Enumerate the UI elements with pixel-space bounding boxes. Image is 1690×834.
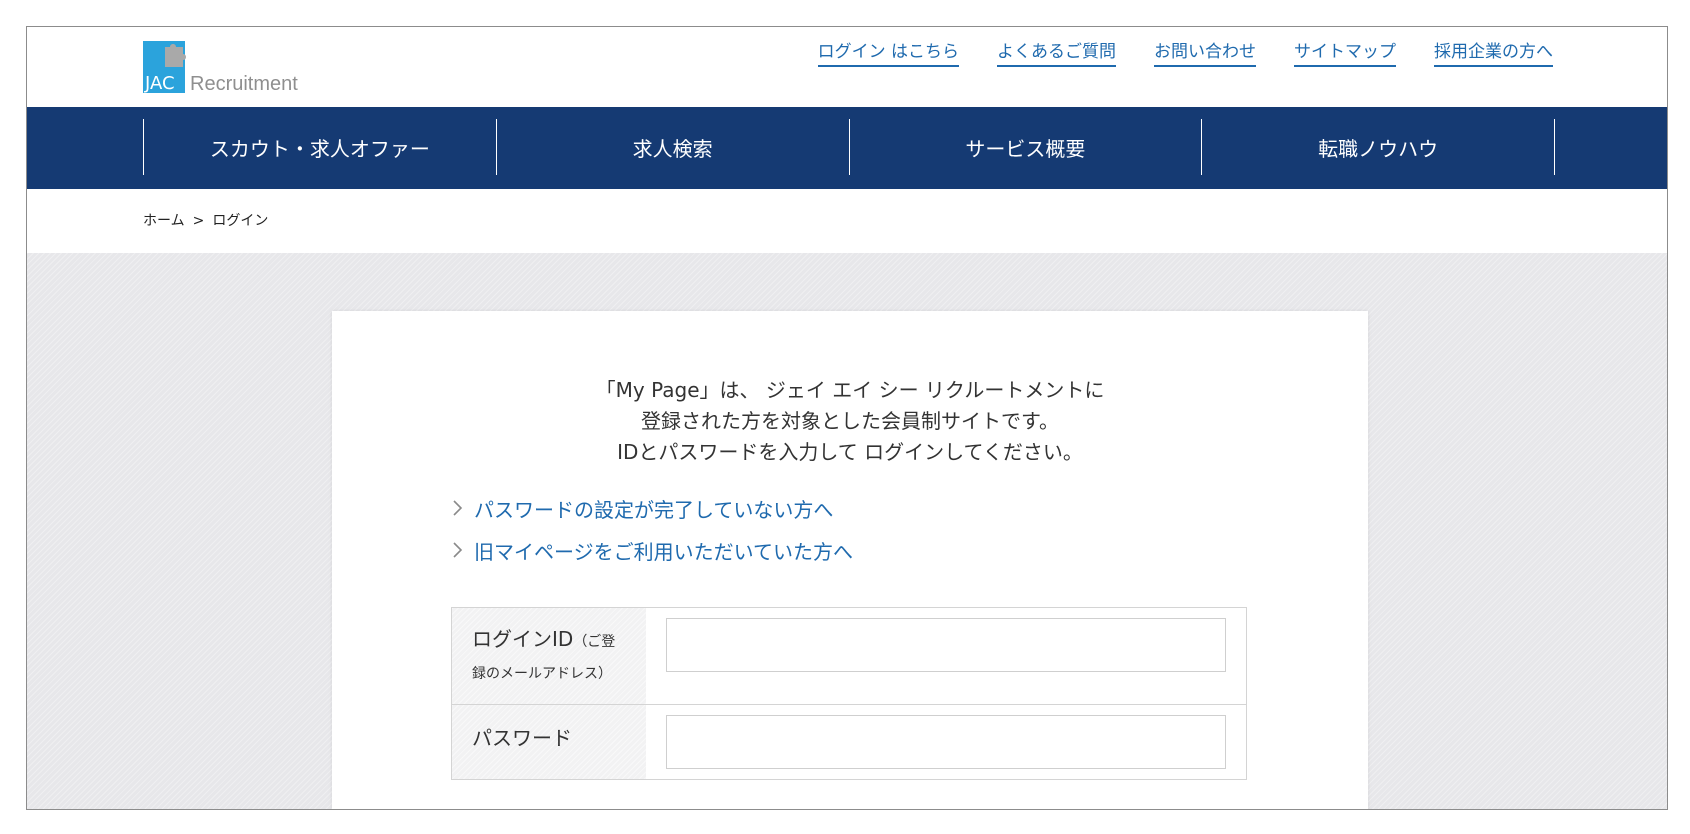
main-content: 「My Page」は、 ジェイ エイ シー リクルートメントに 登録された方を対… — [27, 253, 1667, 809]
global-nav-items: スカウト・求人オファー 求人検索 サービス概要 転職ノウハウ — [143, 119, 1555, 175]
breadcrumb-home[interactable]: ホーム — [143, 212, 185, 230]
old-mypage-link-label: 旧マイページをご利用いただいていた方へ — [474, 539, 853, 564]
chevron-right-icon — [451, 539, 473, 561]
chevron-right-icon — [451, 497, 473, 519]
browser-viewport: JAC Recruitment ログイン はこちら よくあるご質問 お問い合わせ… — [26, 26, 1668, 810]
password-input[interactable] — [666, 715, 1226, 769]
intro-line-3: IDとパスワードを入力して ログインしてください。 — [617, 440, 1083, 464]
login-id-input[interactable] — [666, 618, 1226, 672]
intro-line-1: 「My Page」は、 ジェイ エイ シー リクルートメントに — [595, 378, 1105, 402]
login-id-row: ログインID（ご登 録のメールアドレス） — [452, 608, 1246, 705]
password-row: パスワード — [452, 705, 1246, 780]
password-setup-link[interactable]: パスワードの設定が完了していない方へ — [451, 493, 833, 523]
login-intro: 「My Page」は、 ジェイ エイ シー リクルートメントに 登録された方を対… — [332, 375, 1368, 468]
logo-wordmark: Recruitment — [190, 73, 298, 95]
global-nav: スカウト・求人オファー 求人検索 サービス概要 転職ノウハウ — [27, 107, 1667, 189]
nav-item-service-overview[interactable]: サービス概要 — [848, 119, 1202, 175]
login-id-input-cell — [646, 608, 1246, 704]
nav-item-job-search[interactable]: 求人検索 — [495, 119, 849, 175]
jac-recruitment-logo[interactable]: JAC Recruitment — [143, 41, 318, 97]
login-card: 「My Page」は、 ジェイ エイ シー リクルートメントに 登録された方を対… — [332, 311, 1368, 809]
login-id-note-2: 録のメールアドレス） — [472, 666, 612, 682]
employers-link[interactable]: 採用企業の方へ — [1434, 41, 1553, 67]
password-input-cell — [646, 705, 1246, 779]
logo-mark-text: JAC — [145, 73, 175, 94]
faq-link[interactable]: よくあるご質問 — [997, 41, 1116, 67]
contact-link[interactable]: お問い合わせ — [1154, 41, 1256, 67]
password-label-text: パスワード — [472, 726, 572, 750]
password-setup-link-label: パスワードの設定が完了していない方へ — [474, 497, 834, 522]
sitemap-link[interactable]: サイトマップ — [1294, 41, 1396, 67]
breadcrumb-items: ホーム > ログイン — [143, 212, 268, 230]
puzzle-piece-icon — [165, 44, 186, 67]
nav-item-scout-offer[interactable]: スカウト・求人オファー — [143, 119, 496, 175]
login-id-label: ログインID（ご登 録のメールアドレス） — [452, 608, 646, 704]
breadcrumb: ホーム > ログイン — [27, 189, 1667, 253]
old-mypage-link[interactable]: 旧マイページをご利用いただいていた方へ — [451, 535, 853, 565]
site-header: JAC Recruitment ログイン はこちら よくあるご質問 お問い合わせ… — [27, 27, 1667, 107]
utility-links: ログイン はこちら よくあるご質問 お問い合わせ サイトマップ 採用企業の方へ — [817, 41, 1553, 67]
password-label: パスワード — [452, 705, 646, 779]
login-link[interactable]: ログイン はこちら — [817, 41, 959, 67]
login-id-note-1: （ご登 — [573, 634, 616, 650]
nav-item-career-knowhow[interactable]: 転職ノウハウ — [1201, 119, 1555, 175]
intro-line-2: 登録された方を対象とした会員制サイトです。 — [641, 409, 1059, 433]
breadcrumb-separator: > — [192, 213, 205, 229]
breadcrumb-current: ログイン — [212, 213, 269, 229]
login-id-label-text: ログインID — [472, 627, 574, 651]
login-form: ログインID（ご登 録のメールアドレス） パスワード — [451, 607, 1247, 780]
